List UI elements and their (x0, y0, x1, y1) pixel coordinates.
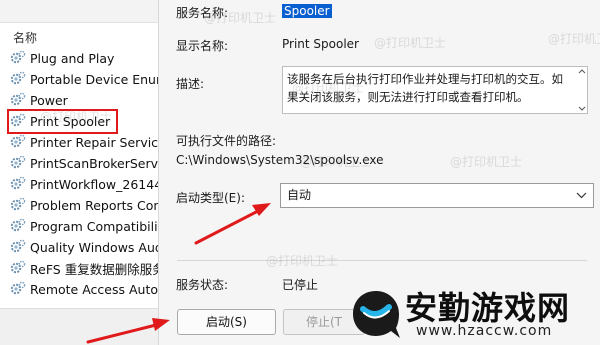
startup-type-label: 启动类型(E): (176, 191, 245, 205)
section-divider (177, 260, 587, 261)
logo-q-icon (353, 291, 400, 338)
watermark-8: @打印机卫士 (266, 254, 339, 268)
service-row-label: Program Compatibilit (30, 218, 158, 234)
service-row[interactable]: Power (10, 90, 158, 110)
service-row-label: Remote Access Auto (30, 281, 158, 297)
site-logo: 安勤游戏网 www.hzaccw.com (349, 283, 600, 345)
service-row-label: Plug and Play (30, 50, 115, 66)
service-row[interactable]: PrintWorkflow_26144 (10, 174, 158, 194)
service-status-label: 服务状态: (176, 278, 229, 292)
service-gear-icon (10, 239, 26, 253)
list-bottom-bar (0, 308, 158, 345)
service-row-label: Power (30, 92, 68, 108)
service-row[interactable]: ReFS 重复数据删除服务 (10, 258, 158, 278)
service-row[interactable]: Printer Repair Service (10, 132, 158, 152)
start-button[interactable]: 启动(S) (177, 309, 276, 335)
service-gear-icon (10, 155, 26, 169)
exe-path-label: 可执行文件的路径: (176, 134, 277, 148)
service-gear-icon (10, 260, 26, 274)
service-gear-icon (10, 71, 26, 85)
description-label: 描述: (176, 77, 205, 91)
service-row-label: Problem Reports Con (30, 197, 158, 213)
logo-url: www.hzaccw.com (416, 323, 553, 339)
service-row[interactable]: PrintScanBrokerService (10, 153, 158, 173)
watermark-5: @打印机卫士 (40, 110, 113, 124)
service-gear-icon (10, 134, 26, 148)
service-row[interactable]: Portable Device Enum (10, 69, 158, 89)
watermark-6: @打印机卫士 (300, 155, 373, 169)
startup-type-dropdown[interactable]: 自动 (280, 183, 594, 208)
description-scrollbar[interactable] (578, 68, 586, 112)
startup-type-value: 自动 (287, 188, 312, 202)
service-row[interactable]: Quality Windows Aud (10, 237, 158, 257)
display-name-label: 显示名称: (176, 39, 229, 53)
watermark-3: @打印机卫士 (548, 32, 600, 46)
service-row-label: Printer Repair Service (30, 134, 158, 150)
column-header-name[interactable]: 名称 (13, 29, 37, 46)
services-list-panel: 名称 Plug and Play Portable Device Enum Powe… (0, 0, 158, 345)
service-name-value[interactable]: Spooler (282, 4, 332, 18)
list-top-strip (0, 0, 158, 23)
service-gear-icon (10, 218, 26, 232)
watermark-1: @打印机卫士 (204, 11, 277, 25)
service-row-label: ReFS 重复数据删除服务 (30, 261, 158, 277)
service-row-label: Portable Device Enum (30, 71, 158, 87)
chevron-down-icon (576, 192, 587, 199)
watermark-7: @打印机卫士 (450, 155, 523, 169)
service-row[interactable]: Problem Reports Con (10, 195, 158, 215)
service-gear-icon (10, 92, 26, 106)
service-status-value: 已停止 (282, 278, 319, 292)
service-gear-icon (10, 197, 26, 211)
display-name-value[interactable]: Print Spooler (282, 37, 359, 51)
service-gear-icon (10, 50, 26, 64)
service-row[interactable]: Remote Access Auto (10, 279, 158, 299)
watermark-2: @打印机卫士 (374, 36, 447, 50)
service-row-label: Quality Windows Aud (30, 239, 158, 255)
service-name-selected-text[interactable]: Spooler (282, 4, 332, 18)
service-row-label: PrintWorkflow_26144 (30, 176, 158, 192)
watermark-4: @打印机卫士 (292, 81, 365, 95)
service-gear-icon (10, 281, 26, 295)
service-row-label: PrintScanBrokerService (30, 155, 158, 171)
service-gear-icon (10, 176, 26, 190)
service-row[interactable]: Plug and Play (10, 48, 158, 68)
service-row[interactable]: Program Compatibilit (10, 216, 158, 236)
